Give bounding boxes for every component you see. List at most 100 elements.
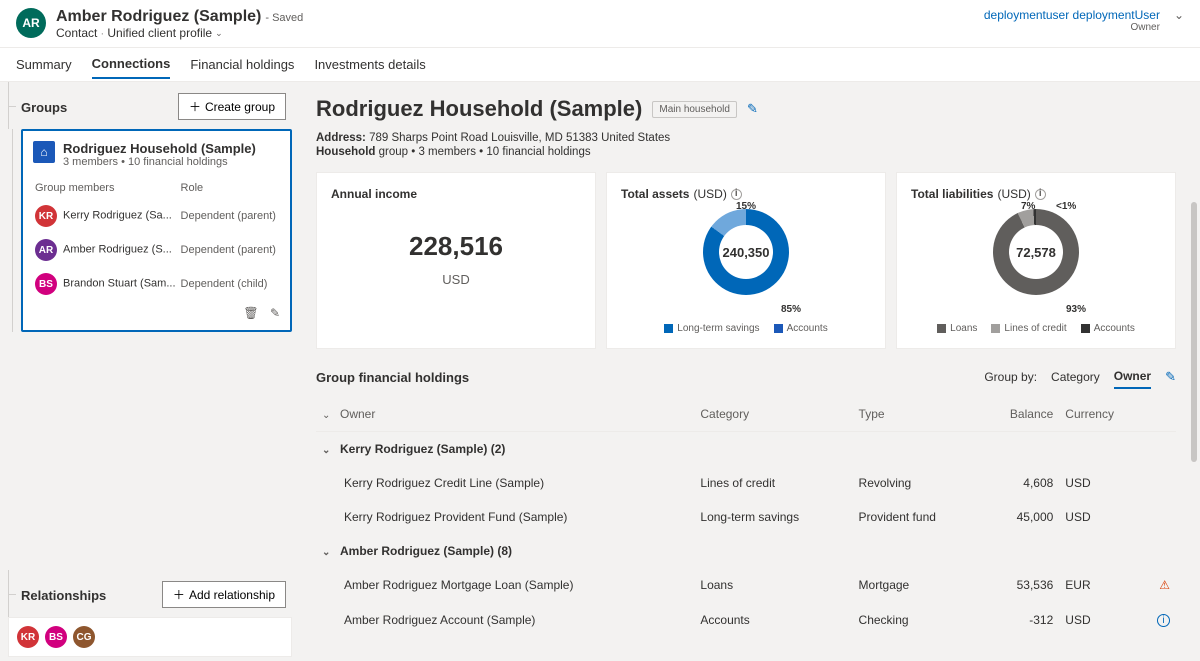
chevron-down-icon[interactable]: ⌄: [322, 445, 334, 456]
relationships-section-title: Relationships: [15, 578, 112, 611]
household-icon: ⌂: [33, 141, 55, 163]
form-selector[interactable]: Unified client profile: [107, 26, 212, 40]
groupby-owner[interactable]: Owner: [1114, 365, 1151, 389]
chevron-down-icon[interactable]: ⌄: [215, 28, 223, 39]
row-category: Accounts: [694, 602, 852, 637]
legend-item: Accounts: [774, 323, 828, 334]
delete-icon[interactable]: 🗑: [243, 306, 258, 320]
info-icon[interactable]: i: [731, 189, 742, 200]
member-row[interactable]: AR Amber Rodriguez (S... Dependent (parent…: [35, 234, 278, 266]
add-relationship-button[interactable]: ＋Add relationship: [162, 581, 286, 608]
edit-icon[interactable]: ✎: [270, 306, 280, 320]
group-card[interactable]: ⌂ Rodriguez Household (Sample) 3 members…: [21, 129, 292, 332]
member-row[interactable]: KRKerry Rodriguez (Sa...Dependent (paren…: [35, 200, 278, 232]
relationship-avatars: KR BS CG: [8, 617, 292, 657]
card-title: Total assets: [621, 187, 689, 201]
total-assets-card: Total assets (USD) i 15% 240,350 85% Lon…: [606, 172, 886, 349]
contact-title: Amber Rodriguez (Sample): [56, 8, 261, 25]
row-type: Revolving: [853, 466, 981, 500]
scrollbar[interactable]: [1191, 202, 1197, 462]
member-role: Dependent (child): [181, 268, 278, 300]
col-role: Role: [181, 178, 278, 198]
household-meta-strong: Household: [316, 146, 375, 158]
col-owner[interactable]: Owner: [340, 407, 375, 421]
member-avatar: AR: [35, 239, 57, 261]
card-unit: (USD): [997, 187, 1030, 201]
row-type: Checking: [853, 602, 981, 637]
row-currency: EUR: [1059, 568, 1146, 602]
holdings-row[interactable]: Amber Rodriguez Account (Sample)Accounts…: [316, 602, 1176, 637]
info-icon[interactable]: i: [1157, 614, 1170, 627]
group-subtext: 3 members • 10 financial holdings: [63, 156, 256, 168]
liab-pct-3: 93%: [1066, 304, 1086, 315]
assets-legend: Long-term savings Accounts: [621, 323, 871, 334]
address-label: Address:: [316, 132, 366, 144]
relationship-avatar[interactable]: BS: [45, 626, 67, 648]
plus-icon: ＋: [173, 586, 185, 603]
tab-investments-details[interactable]: Investments details: [314, 51, 425, 78]
holdings-row[interactable]: Kerry Rodriguez Provident Fund (Sample)L…: [316, 500, 1176, 534]
holdings-row[interactable]: Kerry Rodriguez Credit Line (Sample)Line…: [316, 466, 1176, 500]
tab-financial-holdings[interactable]: Financial holdings: [190, 51, 294, 78]
row-category: Long-term savings: [694, 500, 852, 534]
legend-item: Accounts: [1081, 323, 1135, 334]
warning-icon: ⚠: [1159, 578, 1170, 592]
relationship-avatar[interactable]: KR: [17, 626, 39, 648]
sidebar: Groups ＋Create group ⌂ Rodriguez Househo…: [0, 82, 300, 661]
info-icon[interactable]: i: [1035, 189, 1046, 200]
tab-summary[interactable]: Summary: [16, 51, 72, 78]
member-name: Brandon Stuart (Sam...: [63, 278, 176, 290]
edit-icon[interactable]: ✎: [1165, 369, 1176, 385]
holdings-group-row[interactable]: ⌄Amber Rodriguez (Sample) (8): [316, 534, 1176, 568]
row-owner: Amber Rodriguez Account (Sample): [316, 602, 694, 637]
chevron-down-icon[interactable]: ⌄: [1174, 8, 1184, 22]
groupby-category[interactable]: Category: [1051, 366, 1100, 388]
holdings-group-row[interactable]: ⌄Kerry Rodriguez (Sample) (2): [316, 432, 1176, 467]
row-balance: 4,608: [980, 466, 1059, 500]
row-currency: USD: [1059, 500, 1146, 534]
address-value: 789 Sharps Point Road Louisville, MD 513…: [369, 132, 670, 144]
row-balance: -312: [980, 602, 1059, 637]
member-row[interactable]: BSBrandon Stuart (Sam...Dependent (child…: [35, 268, 278, 300]
chevron-down-icon[interactable]: ⌄: [322, 547, 334, 558]
income-unit: USD: [331, 272, 581, 287]
member-name: Amber Rodriguez (S...: [63, 244, 172, 256]
household-meta: group • 3 members • 10 financial holding…: [379, 146, 591, 158]
chevron-down-icon[interactable]: ⌄: [322, 410, 334, 421]
row-currency: USD: [1059, 466, 1146, 500]
plus-icon: ＋: [189, 98, 201, 115]
form-tabs: Summary Connections Financial holdings I…: [0, 48, 1200, 82]
row-type: Mortgage: [853, 568, 981, 602]
tab-connections[interactable]: Connections: [92, 50, 171, 79]
member-role: Dependent (parent): [181, 234, 278, 266]
contact-avatar: AR: [16, 8, 46, 38]
relationship-avatar[interactable]: CG: [73, 626, 95, 648]
col-currency[interactable]: Currency: [1059, 397, 1146, 432]
member-name: Kerry Rodriguez (Sa...: [63, 210, 172, 222]
entity-label: Contact: [56, 26, 97, 40]
groups-section-title: Groups: [15, 90, 73, 123]
holdings-title: Group financial holdings: [316, 370, 469, 385]
row-category: Lines of credit: [694, 466, 852, 500]
page-header: AR Amber Rodriguez (Sample) - Saved Conta…: [0, 0, 1200, 48]
row-currency: USD: [1059, 602, 1146, 637]
row-balance: 53,536: [980, 568, 1059, 602]
saved-indicator: - Saved: [265, 12, 303, 24]
assets-center-value: 240,350: [703, 209, 789, 295]
edit-icon[interactable]: ✎: [747, 101, 758, 117]
liabilities-legend: LoansLines of creditAccounts: [911, 323, 1161, 334]
create-group-button[interactable]: ＋Create group: [178, 93, 286, 120]
assets-donut-chart: 240,350: [703, 209, 789, 295]
income-value: 228,516: [331, 231, 581, 262]
col-balance[interactable]: Balance: [980, 397, 1059, 432]
owner-user-link[interactable]: deploymentuser deploymentUser: [984, 8, 1160, 22]
liab-center-value: 72,578: [993, 209, 1079, 295]
col-category[interactable]: Category: [694, 397, 852, 432]
col-members: Group members: [35, 178, 179, 198]
holdings-table: ⌄Owner Category Type Balance Currency ⌄K…: [316, 397, 1176, 637]
assets-pct-bot: 85%: [781, 304, 801, 315]
col-type[interactable]: Type: [853, 397, 981, 432]
legend-item: Long-term savings: [664, 323, 759, 334]
groupby-label: Group by:: [984, 370, 1037, 384]
holdings-row[interactable]: Amber Rodriguez Mortgage Loan (Sample)Lo…: [316, 568, 1176, 602]
